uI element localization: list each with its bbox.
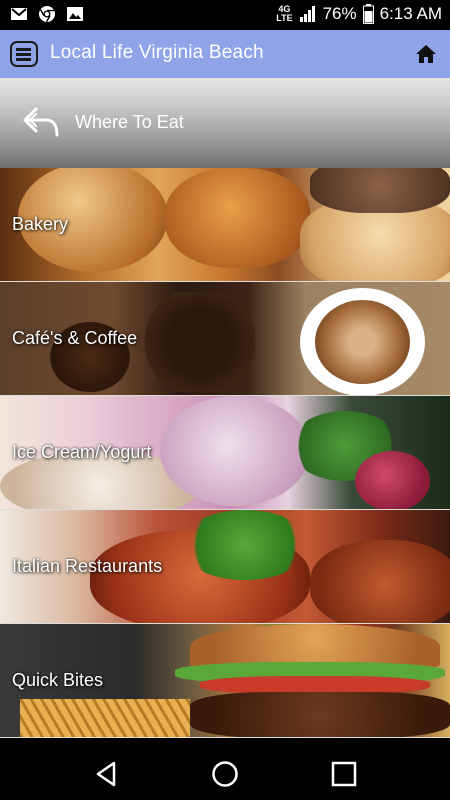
gmail-icon	[11, 8, 27, 20]
back-arrow-icon[interactable]	[22, 105, 60, 139]
chrome-icon	[39, 6, 55, 23]
menu-icon[interactable]	[10, 41, 38, 67]
category-bakery[interactable]: Bakery	[0, 168, 450, 282]
category-ice-cream-yogurt[interactable]: Ice Cream/Yogurt	[0, 396, 450, 510]
home-circle-icon[interactable]	[210, 759, 240, 789]
category-label: Ice Cream/Yogurt	[12, 442, 152, 462]
clock: 6:13 AM	[379, 4, 442, 23]
network-subtype: LTE	[276, 13, 293, 23]
battery-percent: 76%	[322, 4, 357, 23]
battery-icon	[362, 4, 374, 24]
status-bar: 4G LTE 76% 6:13 AM	[0, 0, 450, 30]
back-triangle-icon[interactable]	[92, 759, 122, 789]
app-bar: Local Life Virginia Beach	[0, 30, 450, 78]
category-label: Quick Bites	[12, 670, 104, 690]
category-label: Italian Restaurants	[12, 556, 163, 576]
system-nav-bar	[0, 748, 450, 800]
signal-icon	[299, 6, 315, 22]
category-italian-restaurants[interactable]: Italian Restaurants	[0, 510, 450, 624]
home-icon[interactable]	[414, 42, 438, 66]
category-label: Café's & Coffee	[12, 328, 138, 348]
category-list: Bakery Café's & Coffee Ice Cream/Yogurt …	[0, 168, 450, 748]
gallery-icon	[67, 7, 83, 21]
network-indicator: 4G LTE	[276, 5, 292, 23]
section-title: Where To Eat	[75, 112, 184, 132]
category-label: Bakery	[12, 214, 69, 234]
category-quick-bites[interactable]: Quick Bites	[0, 624, 450, 738]
recents-square-icon[interactable]	[329, 759, 359, 789]
section-header: Where To Eat	[0, 78, 450, 168]
category-cafe-coffee[interactable]: Café's & Coffee	[0, 282, 450, 396]
app-title: Local Life Virginia Beach	[50, 42, 264, 63]
